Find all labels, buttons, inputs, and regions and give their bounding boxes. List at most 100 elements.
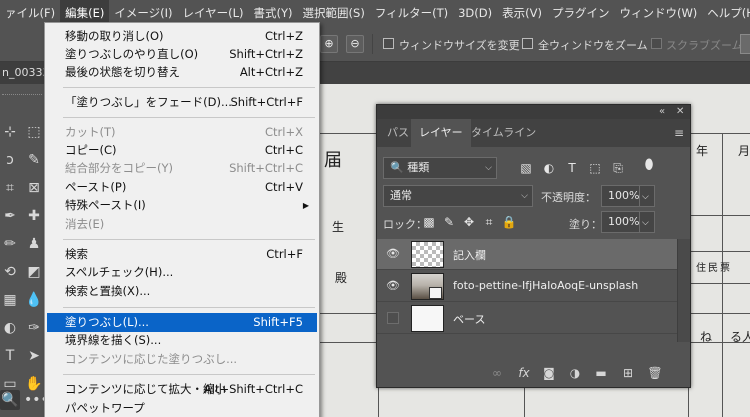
edit-menu-item[interactable]: コピー(C) Ctrl+C <box>47 141 317 160</box>
stamp-tool-icon[interactable]: ♟ <box>24 234 44 254</box>
edit-menu-item-label: コンテンツに応じて拡大・縮小 <box>65 382 226 396</box>
edit-menu-item[interactable]: 検索 Ctrl+F <box>47 245 317 264</box>
edit-menu-item[interactable]: スペルチェック(H)... <box>47 263 317 282</box>
opacity-dropdown[interactable]: ⌵ <box>639 185 655 207</box>
eye-icon[interactable]: 👁 <box>386 248 400 260</box>
filter-smart-object-icon[interactable]: ⎘ <box>610 160 626 176</box>
edit-menu-item[interactable]: コンテンツに応じて拡大・縮小 Alt+Shift+Ctrl+C <box>47 380 317 399</box>
layer-row[interactable]: 👁 foto-pettine-IfjHaIoAoqE-unsplash <box>377 271 677 302</box>
lock-all-icon[interactable]: 🔒 <box>501 214 517 230</box>
menu-item[interactable]: ヘルプ(H) <box>702 0 750 26</box>
resize-windows-label: ウィンドウサイズを変更 <box>399 39 520 52</box>
pen-tool-icon[interactable]: ✑ <box>24 318 44 338</box>
history-brush-tool-icon[interactable]: ⟲ <box>0 262 20 282</box>
lasso-tool-icon[interactable]: ↄ <box>0 150 20 170</box>
hidden-visibility-toggle[interactable] <box>387 312 399 324</box>
menu-item[interactable]: フィルター(T) <box>370 0 453 26</box>
gradient-tool-icon[interactable]: ▦ <box>0 290 20 310</box>
zoom-out-icon[interactable]: ⊖ <box>346 35 364 53</box>
edit-menu-item-label: カット(T) <box>65 125 116 139</box>
layer-filter-select[interactable]: 🔍 種類 ⌵ <box>383 157 497 179</box>
edit-menu-item-label: 「塗りつぶし」をフェード(D)... <box>65 95 232 109</box>
layer-style-icon[interactable]: fx <box>516 365 532 381</box>
edit-menu-item[interactable]: 塗りつぶし(L)... Shift+F5 <box>47 313 317 332</box>
blur-tool-icon[interactable]: 💧 <box>24 290 44 310</box>
layer-thumbnail <box>411 305 444 332</box>
zoom-tool-icon[interactable]: 🔍 <box>0 390 20 410</box>
edit-menu-item[interactable]: コンテンツに応じた塗りつぶし... <box>47 350 317 369</box>
tab-layers[interactable]: レイヤー <box>411 119 471 147</box>
more-tools-icon[interactable]: ••• <box>24 390 49 410</box>
collapse-panel-icon[interactable]: « <box>659 105 665 119</box>
edit-menu-item[interactable]: 移動の取り消し(O) Ctrl+Z <box>47 27 317 46</box>
edit-menu-item[interactable]: 特殊ペースト(I) ▶ <box>47 196 317 215</box>
layers-panel: « ✕ パス レイヤー タイムライン ≡ 🔍 種類 ⌵ ▧ ◐ T ⬚ ⎘ ⬮ … <box>376 104 691 388</box>
lock-transparent-pixels-icon[interactable]: ▩ <box>421 214 437 230</box>
crop-tool-icon[interactable]: ⌗ <box>0 178 20 198</box>
quick-select-tool-icon[interactable]: ✎ <box>24 150 44 170</box>
toolbar-grip[interactable] <box>2 94 42 97</box>
scrubby-zoom-checkbox[interactable] <box>651 38 662 49</box>
blend-mode-select[interactable]: 通常 ⌵ <box>383 185 533 207</box>
adjustment-layer-icon[interactable]: ◑ <box>567 365 583 381</box>
layer-row[interactable]: 👁 記入欄 <box>377 239 677 270</box>
path-select-tool-icon[interactable]: ➤ <box>24 346 44 366</box>
edit-menu-item-shortcut: Shift+Ctrl+F <box>230 95 304 109</box>
document-tab[interactable]: n_00333_ <box>0 62 48 84</box>
lock-image-pixels-icon[interactable]: ✎ <box>441 214 457 230</box>
edit-menu-item[interactable]: 境界線を描く(S)... <box>47 331 317 350</box>
edit-menu-item[interactable]: パペットワープ <box>47 399 317 417</box>
panel-title-bar[interactable]: « ✕ <box>377 105 690 119</box>
edit-menu-item[interactable]: 塗りつぶしのやり直し(O) Shift+Ctrl+Z <box>47 45 317 64</box>
frame-tool-icon[interactable]: ⊠ <box>24 178 44 198</box>
edit-menu-item[interactable]: 結合部分をコピー(Y) Shift+Ctrl+C <box>47 159 317 178</box>
menu-item[interactable]: ウィンドウ(W) <box>614 0 702 26</box>
brush-tool-icon[interactable]: ✏ <box>0 234 20 254</box>
edit-menu-item[interactable]: 最後の状態を切り替え Alt+Ctrl+Z <box>47 63 317 82</box>
all-windows-zoom-checkbox[interactable] <box>522 38 533 49</box>
link-layers-icon[interactable]: ∞ <box>489 365 505 381</box>
edit-menu-item-label: 塗りつぶし(L)... <box>65 315 149 329</box>
options-right-button[interactable] <box>740 34 750 54</box>
close-panel-icon[interactable]: ✕ <box>676 105 684 119</box>
new-layer-icon[interactable]: ⊞ <box>620 365 636 381</box>
form-line <box>688 215 750 216</box>
menu-item[interactable]: プラグイン <box>547 0 615 26</box>
edit-menu-item[interactable]: カット(T) Ctrl+X <box>47 123 317 142</box>
edit-menu-item-label: 消去(E) <box>65 217 105 231</box>
artboard-lock-icon[interactable]: ⌗ <box>481 214 497 230</box>
edit-menu-item[interactable]: 「塗りつぶし」をフェード(D)... Shift+Ctrl+F <box>47 93 317 112</box>
zoom-in-icon[interactable]: ⊕ <box>320 35 338 53</box>
edit-menu-item[interactable]: 検索と置換(X)... <box>47 282 317 301</box>
new-group-icon[interactable]: ▬ <box>593 365 609 381</box>
form-text: ね <box>700 330 713 344</box>
move-tool-icon[interactable]: ⊹ <box>0 122 20 142</box>
menu-separator <box>63 87 315 88</box>
filter-shape-layer-icon[interactable]: ⬚ <box>587 160 603 176</box>
healing-brush-tool-icon[interactable]: ✚ <box>24 206 44 226</box>
marquee-tool-icon[interactable]: ⬚ <box>24 122 44 142</box>
eyedropper-tool-icon[interactable]: ✒ <box>0 206 20 226</box>
filter-toggle-icon[interactable]: ⬮ <box>641 157 657 173</box>
eraser-tool-icon[interactable]: ◩ <box>24 262 44 282</box>
add-mask-icon[interactable]: ◙ <box>541 365 557 381</box>
menu-item[interactable]: 3D(D) <box>453 0 497 26</box>
type-tool-icon[interactable]: T <box>0 346 20 366</box>
layer-row[interactable]: ベース <box>377 303 677 334</box>
eye-icon[interactable]: 👁 <box>386 280 400 292</box>
filter-pixel-layer-icon[interactable]: ▧ <box>518 160 534 176</box>
tab-timeline[interactable]: タイムライン <box>463 119 544 147</box>
fill-dropdown[interactable]: ⌵ <box>639 211 655 233</box>
filter-type-layer-icon[interactable]: T <box>564 160 580 176</box>
delete-layer-icon[interactable]: 🗑 <box>647 365 663 381</box>
layers-scrollbar[interactable] <box>677 239 690 342</box>
menu-item[interactable]: 表示(V) <box>497 0 547 26</box>
edit-menu-item[interactable]: 消去(E) <box>47 215 317 234</box>
filter-adjustment-layer-icon[interactable]: ◐ <box>541 160 557 176</box>
resize-windows-checkbox[interactable] <box>383 38 394 49</box>
panel-menu-icon[interactable]: ≡ <box>674 126 684 140</box>
edit-menu-item-label: 最後の状態を切り替え <box>65 65 180 79</box>
dodge-tool-icon[interactable]: ◐ <box>0 318 20 338</box>
lock-position-icon[interactable]: ✥ <box>461 214 477 230</box>
edit-menu-item[interactable]: ペースト(P) Ctrl+V <box>47 178 317 197</box>
